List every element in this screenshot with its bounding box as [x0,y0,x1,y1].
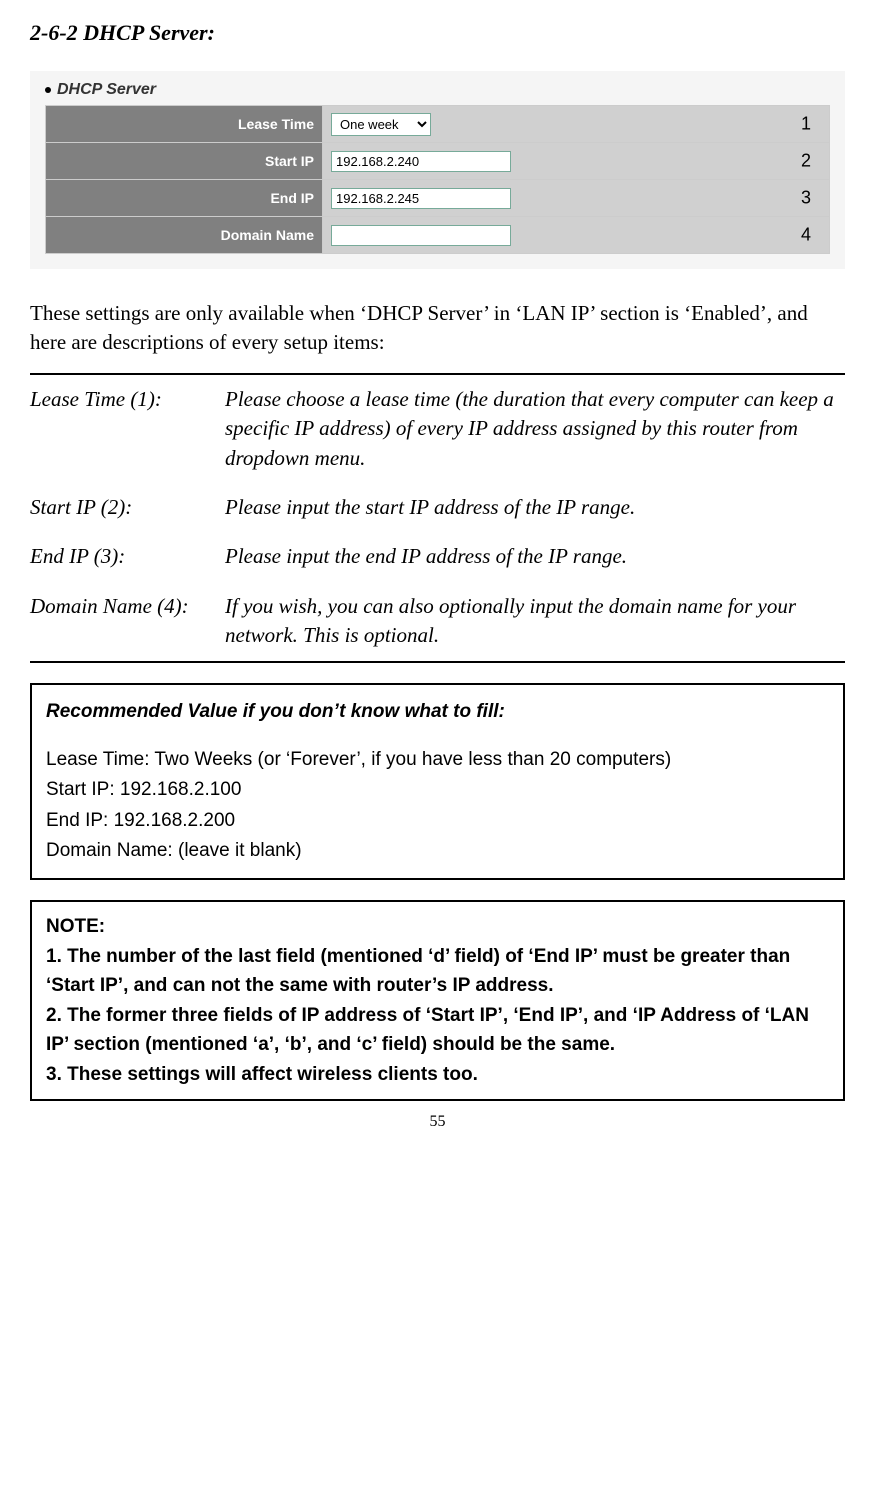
tag-1: 1 [801,114,811,135]
recommended-line: End IP: 192.168.2.200 [46,806,829,836]
tag-3: 3 [801,188,811,209]
row-start-ip: Start IP 2 [46,143,830,180]
row-domain-name: Domain Name 4 [46,217,830,254]
setting-name: Lease Time (1): [30,374,225,483]
label-start-ip: Start IP [46,143,323,180]
start-ip-input[interactable] [331,151,511,172]
page-number: 55 [30,1113,845,1131]
field-lease-time: One week 1 [323,106,830,143]
setting-end-ip: End IP (3): Please input the end IP addr… [30,532,845,581]
section-heading: 2-6-2 DHCP Server: [30,20,845,46]
setting-domain-name: Domain Name (4): If you wish, you can al… [30,582,845,662]
label-domain-name: Domain Name [46,217,323,254]
setting-name: Start IP (2): [30,483,225,532]
row-lease-time: Lease Time One week 1 [46,106,830,143]
dhcp-server-screenshot: DHCP Server Lease Time One week 1 Start … [30,71,845,269]
intro-text: These settings are only available when ‘… [30,299,845,358]
note-box: NOTE: 1. The number of the last field (m… [30,900,845,1101]
tag-2: 2 [801,151,811,172]
setting-start-ip: Start IP (2): Please input the start IP … [30,483,845,532]
label-lease-time: Lease Time [46,106,323,143]
recommended-line: Domain Name: (leave it blank) [46,836,829,866]
setting-desc: Please choose a lease time (the duration… [225,374,845,483]
label-end-ip: End IP [46,180,323,217]
setting-name: End IP (3): [30,532,225,581]
field-end-ip: 3 [323,180,830,217]
settings-table: Lease Time (1): Please choose a lease ti… [30,373,845,663]
setting-desc: Please input the end IP address of the I… [225,532,845,581]
bullet-icon [45,87,51,93]
recommended-box: Recommended Value if you don’t know what… [30,683,845,881]
setting-name: Domain Name (4): [30,582,225,662]
setting-desc: If you wish, you can also optionally inp… [225,582,845,662]
screenshot-title-text: DHCP Server [57,81,156,99]
note-line: 2. The former three fields of IP address… [46,1001,829,1060]
lease-time-select[interactable]: One week [331,113,431,136]
setting-desc: Please input the start IP address of the… [225,483,845,532]
recommended-line: Lease Time: Two Weeks (or ‘Forever’, if … [46,745,829,775]
note-line: 3. These settings will affect wireless c… [46,1060,829,1089]
row-end-ip: End IP 3 [46,180,830,217]
end-ip-input[interactable] [331,188,511,209]
config-table: Lease Time One week 1 Start IP 2 End IP … [45,105,830,254]
field-domain-name: 4 [323,217,830,254]
note-title: NOTE: [46,912,829,941]
recommended-line: Start IP: 192.168.2.100 [46,775,829,805]
field-start-ip: 2 [323,143,830,180]
note-line: 1. The number of the last field (mention… [46,942,829,1001]
domain-name-input[interactable] [331,225,511,246]
recommended-title: Recommended Value if you don’t know what… [46,697,829,727]
screenshot-title-row: DHCP Server [45,81,830,99]
tag-4: 4 [801,225,811,246]
setting-lease-time: Lease Time (1): Please choose a lease ti… [30,374,845,483]
